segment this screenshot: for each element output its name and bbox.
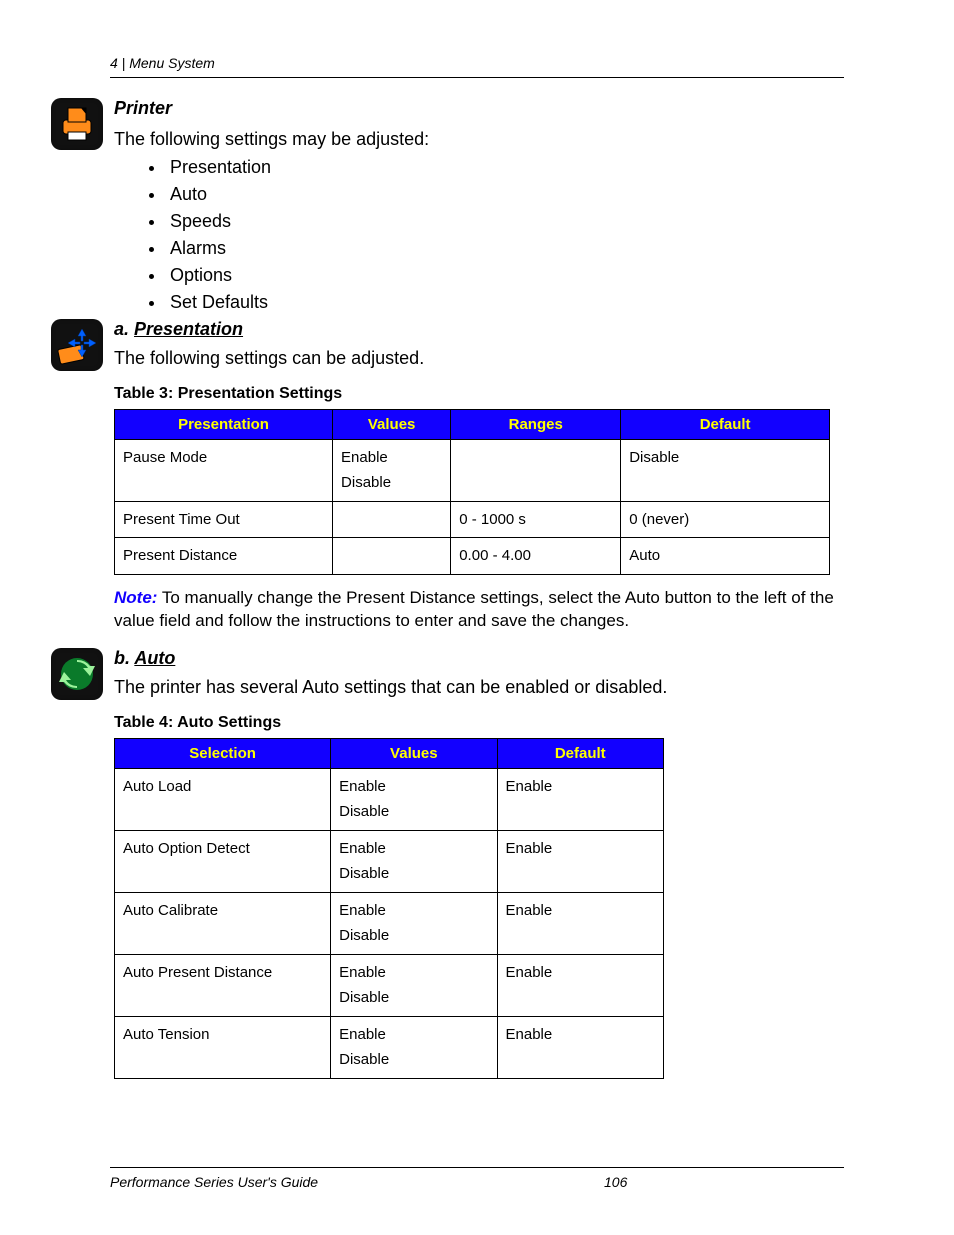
note-label: Note: xyxy=(114,588,157,607)
cell: Auto Load xyxy=(115,768,331,830)
cell: Enable Disable xyxy=(331,768,497,830)
cell: Enable xyxy=(497,830,664,892)
cell: Enable xyxy=(497,892,664,954)
col-header: Ranges xyxy=(451,409,621,439)
cell: Auto Present Distance xyxy=(115,954,331,1016)
note: Note: To manually change the Present Dis… xyxy=(114,587,844,633)
heading-prefix: a. xyxy=(114,319,134,339)
col-header: Values xyxy=(331,738,497,768)
bullet-item: Presentation xyxy=(166,157,844,178)
page: 4 | Menu System Printer The following se… xyxy=(0,0,954,1235)
table4-caption: Table 4: Auto Settings xyxy=(114,714,844,732)
cell: Present Distance xyxy=(115,538,333,575)
table-row: Present Time Out 0 - 1000 s 0 (never) xyxy=(115,501,830,538)
cell: Auto Option Detect xyxy=(115,830,331,892)
heading-title: Auto xyxy=(134,648,175,668)
col-header: Default xyxy=(497,738,664,768)
auto-table: Selection Values Default Auto Load Enabl… xyxy=(114,738,664,1079)
cell: Enable xyxy=(497,954,664,1016)
table-row: Pause Mode Enable Disable Disable xyxy=(115,439,830,501)
col-header: Default xyxy=(621,409,830,439)
chapter-title: Menu System xyxy=(129,55,215,71)
cell: 0.00 - 4.00 xyxy=(451,538,621,575)
cell xyxy=(451,439,621,501)
table-row: Auto Option Detect Enable Disable Enable xyxy=(115,830,664,892)
printer-icon xyxy=(51,98,103,150)
note-text: To manually change the Present Distance … xyxy=(114,588,834,630)
cell: Enable Disable xyxy=(331,1016,497,1078)
auto-section: b. Auto The printer has several Auto set… xyxy=(50,648,844,1078)
heading-title: Presentation xyxy=(134,319,243,339)
chapter-number: 4 xyxy=(110,55,118,71)
cell: Enable Disable xyxy=(333,439,451,501)
cell xyxy=(333,538,451,575)
printer-title: Printer xyxy=(114,98,844,119)
bullet-item: Speeds xyxy=(166,211,844,232)
table-row: Auto Load Enable Disable Enable xyxy=(115,768,664,830)
bullet-item: Auto xyxy=(166,184,844,205)
bullet-item: Set Defaults xyxy=(166,292,844,313)
cell: Present Time Out xyxy=(115,501,333,538)
cell: Enable xyxy=(497,1016,664,1078)
cell: Auto Calibrate xyxy=(115,892,331,954)
cell: 0 - 1000 s xyxy=(451,501,621,538)
header: 4 | Menu System xyxy=(110,55,844,71)
printer-section: Printer The following settings may be ad… xyxy=(50,98,844,323)
printer-bullets: Presentation Auto Speeds Alarms Options … xyxy=(114,157,844,313)
cell: 0 (never) xyxy=(621,501,830,538)
table-row: Present Distance 0.00 - 4.00 Auto xyxy=(115,538,830,575)
cell: Pause Mode xyxy=(115,439,333,501)
table-row: Auto Tension Enable Disable Enable xyxy=(115,1016,664,1078)
table-row: Auto Calibrate Enable Disable Enable xyxy=(115,892,664,954)
presentation-table: Presentation Values Ranges Default Pause… xyxy=(114,409,830,575)
move-icon xyxy=(51,319,103,371)
heading-prefix: b. xyxy=(114,648,134,668)
bullet-item: Alarms xyxy=(166,238,844,259)
auto-heading: b. Auto xyxy=(114,648,844,669)
auto-intro: The printer has several Auto settings th… xyxy=(114,675,844,699)
col-header: Presentation xyxy=(115,409,333,439)
header-rule xyxy=(110,77,844,78)
cell: Enable Disable xyxy=(331,892,497,954)
footer: Performance Series User's Guide 106 xyxy=(110,1167,844,1190)
printer-intro: The following settings may be adjusted: xyxy=(114,127,844,151)
footer-title: Performance Series User's Guide xyxy=(110,1174,604,1190)
cell: Disable xyxy=(621,439,830,501)
col-header: Selection xyxy=(115,738,331,768)
table3-caption: Table 3: Presentation Settings xyxy=(114,385,844,403)
cell: Enable Disable xyxy=(331,954,497,1016)
presentation-intro: The following settings can be adjusted. xyxy=(114,346,844,370)
cell: Enable Disable xyxy=(331,830,497,892)
footer-rule xyxy=(110,1167,844,1168)
table-row: Auto Present Distance Enable Disable Ena… xyxy=(115,954,664,1016)
footer-page: 106 xyxy=(604,1174,844,1190)
cell: Auto xyxy=(621,538,830,575)
cell xyxy=(333,501,451,538)
presentation-heading: a. Presentation xyxy=(114,319,844,340)
bullet-item: Options xyxy=(166,265,844,286)
col-header: Values xyxy=(333,409,451,439)
cell: Auto Tension xyxy=(115,1016,331,1078)
cell: Enable xyxy=(497,768,664,830)
refresh-icon xyxy=(51,648,103,700)
presentation-section: a. Presentation The following settings c… xyxy=(50,319,844,648)
header-separator: | xyxy=(118,55,129,71)
